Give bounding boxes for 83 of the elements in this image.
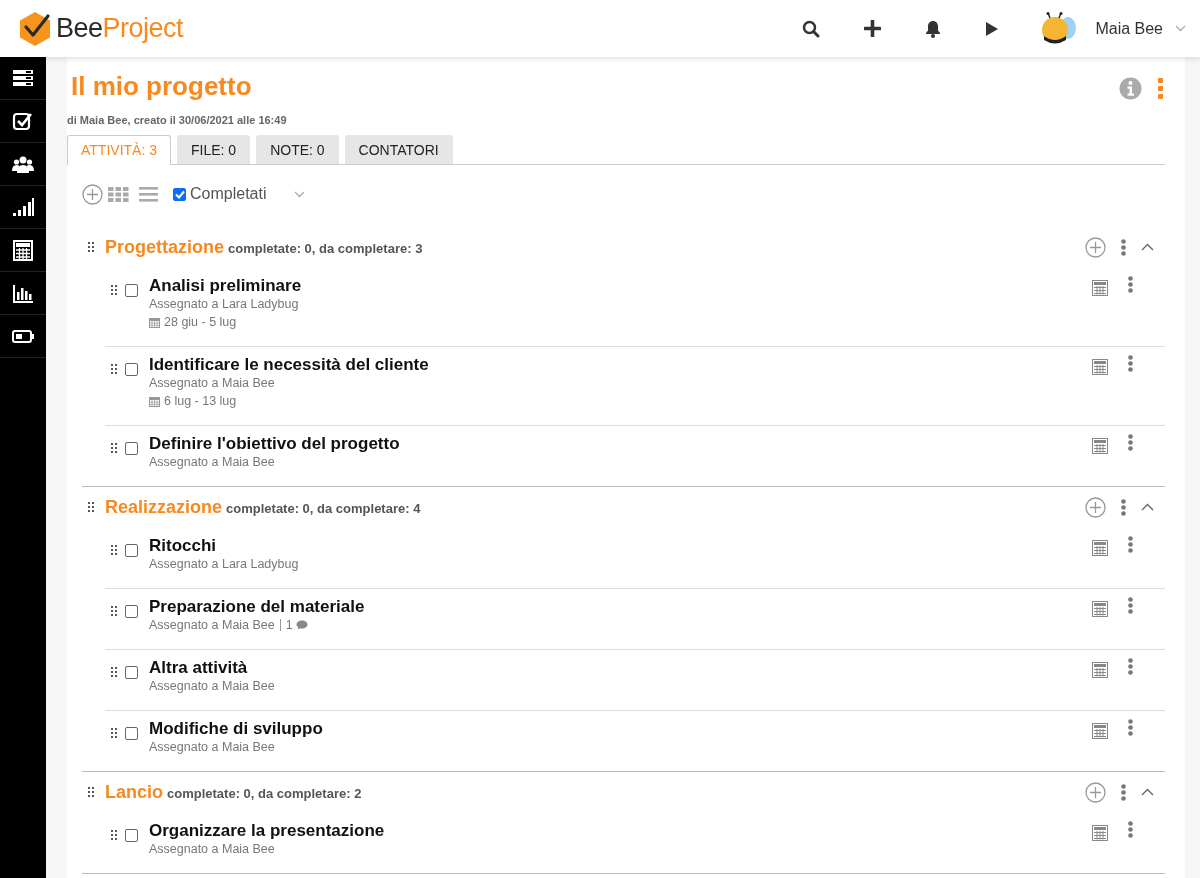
task-checkbox[interactable] — [125, 604, 138, 618]
group-title: Progettazione — [105, 236, 224, 259]
bar-chart-icon[interactable] — [12, 282, 34, 304]
drag-handle-icon[interactable] — [111, 443, 117, 453]
kebab-menu-icon[interactable] — [1121, 498, 1126, 516]
group-summary: completate: 0, da completare: 3 — [228, 240, 423, 258]
task-assignee: Assegnato a Maia Bee — [149, 739, 275, 755]
add-icon[interactable] — [1085, 236, 1106, 258]
task-assignee: Assegnato a Maia Bee — [149, 617, 275, 633]
task-assignee: Assegnato a Maia Bee — [149, 841, 275, 857]
drag-handle-icon[interactable] — [88, 242, 94, 252]
logo-text[interactable]: BeeProject — [56, 15, 184, 42]
drag-handle-icon[interactable] — [111, 667, 117, 677]
group-title: Lancio — [105, 781, 163, 804]
kebab-menu-icon[interactable] — [1128, 276, 1133, 293]
drag-handle-icon[interactable] — [88, 502, 94, 512]
drag-handle-icon[interactable] — [111, 545, 117, 555]
calendar-icon — [149, 395, 160, 407]
tab[interactable]: CONTATORI — [344, 135, 453, 164]
task-checkbox[interactable] — [125, 283, 138, 297]
add-icon[interactable] — [1085, 781, 1106, 803]
group-summary: completate: 0, da completare: 4 — [226, 500, 421, 518]
add-icon[interactable] — [82, 183, 103, 205]
chevron-up-icon[interactable] — [1141, 503, 1154, 511]
drag-handle-icon[interactable] — [111, 364, 117, 374]
drag-handle-icon[interactable] — [111, 606, 117, 616]
play-icon[interactable] — [985, 20, 1000, 37]
kebab-menu-icon[interactable] — [1128, 536, 1133, 553]
task-checkbox[interactable] — [125, 726, 138, 740]
task-assignee: Assegnato a Maia Bee — [149, 454, 275, 470]
drag-handle-icon[interactable] — [111, 830, 117, 840]
kebab-menu-icon[interactable] — [1128, 821, 1133, 838]
kebab-menu-icon[interactable] — [1128, 597, 1133, 614]
project-title: Il mio progetto — [70, 70, 253, 101]
kebab-menu-icon[interactable] — [1121, 783, 1126, 801]
list-icon[interactable] — [12, 67, 34, 89]
add-icon[interactable] — [1085, 496, 1106, 518]
bell-icon[interactable] — [925, 19, 942, 38]
task-checkbox[interactable] — [125, 828, 138, 842]
task-assignee: Assegnato a Lara Ladybug — [149, 296, 299, 312]
search-icon[interactable] — [802, 19, 821, 38]
chevron-up-icon[interactable] — [1141, 243, 1154, 251]
chevron-up-icon[interactable] — [1141, 788, 1154, 796]
user-name[interactable]: Maia Bee — [1095, 16, 1163, 41]
task-assignee: Assegnato a Maia Bee — [149, 375, 275, 391]
task-title[interactable]: Definire l'obiettivo del progetto — [149, 434, 1092, 454]
completed-label[interactable]: Completati — [190, 182, 267, 206]
task-title[interactable]: Altra attività — [149, 658, 1092, 678]
group-summary: completate: 0, da completare: 2 — [167, 785, 362, 803]
task-assignee: Assegnato a Maia Bee — [149, 678, 275, 694]
task-title[interactable]: Modifiche di sviluppo — [149, 719, 1092, 739]
comment-icon — [295, 620, 308, 630]
logo-icon[interactable] — [18, 10, 52, 47]
calendar-icon — [149, 316, 160, 328]
tab[interactable]: NOTE: 0 — [256, 135, 339, 164]
task-checkbox[interactable] — [125, 665, 138, 679]
task-checkbox[interactable] — [125, 362, 138, 376]
kebab-menu-icon[interactable] — [1128, 658, 1133, 675]
task-dates: 6 lug - 13 lug — [164, 393, 237, 409]
task-assignee: Assegnato a Lara Ladybug — [149, 556, 299, 572]
task-title[interactable]: Organizzare la presentazione — [149, 821, 1092, 841]
kebab-menu-icon[interactable] — [1128, 719, 1133, 736]
task-title[interactable]: Analisi preliminare — [149, 276, 1092, 296]
task-title[interactable]: Ritocchi — [149, 536, 1092, 556]
comment-count: 1 — [285, 617, 293, 633]
tab[interactable]: FILE: 0 — [177, 135, 251, 164]
completed-checkbox[interactable] — [173, 187, 186, 201]
task-title[interactable]: Preparazione del materiale — [149, 597, 1092, 617]
checkbox-icon[interactable] — [12, 110, 34, 132]
drag-handle-icon[interactable] — [111, 728, 117, 738]
drag-handle-icon[interactable] — [111, 285, 117, 295]
kebab-menu-icon[interactable] — [1128, 434, 1133, 451]
signal-icon[interactable] — [12, 196, 34, 218]
task-dates: 28 giu - 5 lug — [164, 314, 237, 330]
group-title: Realizzazione — [105, 496, 223, 519]
kebab-menu-icon[interactable] — [1128, 355, 1133, 372]
drag-handle-icon[interactable] — [88, 787, 94, 797]
plus-icon[interactable] — [864, 20, 882, 37]
task-title[interactable]: Identificare le necessità del cliente — [149, 355, 1092, 375]
project-meta: di Maia Bee, creato il 30/06/2021 alle 16:49 — [67, 113, 288, 127]
kebab-menu-icon[interactable] — [1121, 238, 1126, 256]
task-checkbox[interactable] — [125, 441, 138, 455]
task-checkbox[interactable] — [125, 543, 138, 557]
